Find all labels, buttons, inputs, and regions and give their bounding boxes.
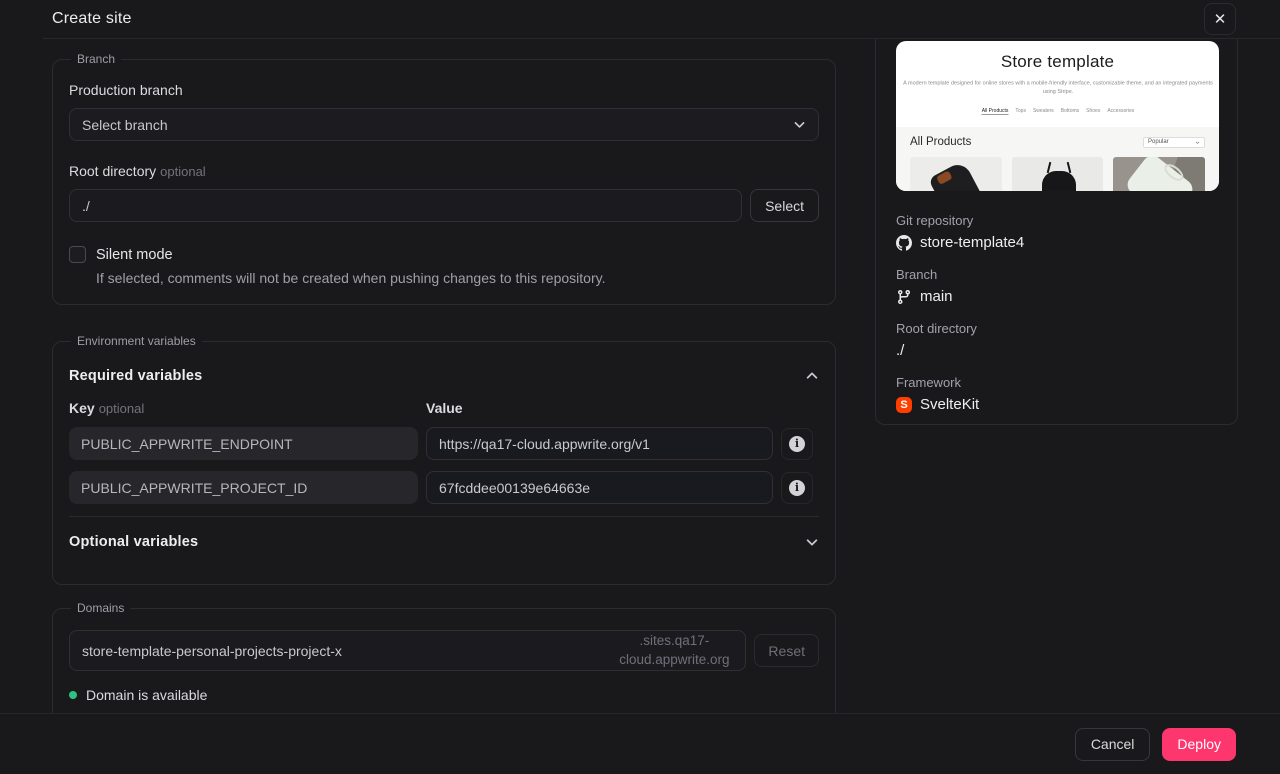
info-icon: i — [789, 435, 805, 452]
wizard-header: Create site ✕ — [0, 0, 1280, 38]
chevron-down-icon — [794, 122, 805, 128]
preview-title: Store template — [1000, 52, 1115, 71]
variable-value-input[interactable]: 67fcddee00139e64663e — [426, 471, 773, 504]
variable-key-input[interactable]: PUBLIC_APPWRITE_PROJECT_ID — [69, 471, 418, 504]
close-button[interactable]: ✕ — [1204, 3, 1236, 35]
required-variables-toggle[interactable]: Required variables — [69, 368, 819, 384]
product-image — [910, 157, 1002, 191]
silent-mode-label[interactable]: Silent mode — [96, 247, 173, 263]
close-icon: ✕ — [1213, 11, 1227, 28]
reset-domain-button[interactable]: Reset — [754, 634, 819, 667]
github-icon — [896, 234, 912, 251]
branch-detail: Branch main — [896, 267, 953, 305]
deploy-button[interactable]: Deploy — [1162, 727, 1236, 761]
create-site-wizard: Create site ✕ Branch Production branch S… — [0, 0, 1280, 774]
optional-variables-title: Optional variables — [69, 534, 199, 550]
cancel-button[interactable]: Cancel — [1074, 727, 1151, 761]
info-icon: i — [789, 479, 805, 496]
preview-sort-select: Popular — [1143, 136, 1205, 148]
environment-variables-section: Environment variables Required variables… — [52, 334, 836, 585]
preview-tab: Sweaters — [1032, 108, 1054, 114]
header-divider — [43, 38, 1280, 39]
success-dot-icon — [69, 691, 77, 699]
root-directory-input[interactable]: ./ — [69, 189, 743, 222]
key-column-header: Key — [69, 400, 95, 416]
preview-tab: Bottoms — [1060, 108, 1079, 114]
silent-mode-description: If selected, comments will not be create… — [96, 270, 606, 286]
variable-value-input[interactable]: https://qa17-cloud.appwrite.org/v1 — [426, 427, 773, 460]
variable-info-button[interactable]: i — [781, 427, 813, 460]
production-branch-label: Production branch — [69, 82, 183, 98]
domain-status-text: Domain is available — [86, 687, 208, 703]
page-title: Create site — [52, 10, 132, 27]
git-repository-detail: Git repository store-template4 — [896, 213, 1025, 251]
preview-section-heading: All Products — [910, 136, 972, 148]
silent-mode-checkbox[interactable] — [69, 246, 86, 263]
svelte-icon: S — [896, 396, 912, 413]
deployment-details: Git repository store-template4 Branch ma… — [896, 213, 1217, 413]
select-directory-button[interactable]: Select — [750, 189, 819, 222]
domain-status: Domain is available — [69, 687, 819, 703]
preview-tab: Tops — [1014, 108, 1026, 114]
variables-column-headers: Key optional Value — [69, 400, 819, 416]
preview-description: A modern template designed for online st… — [902, 80, 1213, 95]
variable-row: PUBLIC_APPWRITE_ENDPOINT https://qa17-cl… — [69, 427, 819, 460]
root-directory-value: ./ — [896, 342, 905, 359]
domain-suffix: .sites.qa17-cloud.appwrite.org — [619, 633, 730, 667]
wizard-content: Branch Production branch Select branch R… — [0, 0, 1280, 713]
preview-tab: Accessories — [1106, 108, 1134, 114]
env-section-legend: Environment variables — [77, 334, 196, 348]
product-image — [1011, 157, 1104, 191]
required-variables-title: Required variables — [69, 368, 203, 384]
value-column-header: Value — [426, 400, 463, 416]
template-preview: Store template A modern template designe… — [896, 41, 1219, 191]
domain-input[interactable]: store-template-personal-projects-project… — [69, 630, 747, 671]
variable-info-button[interactable]: i — [781, 471, 813, 504]
chevron-down-icon — [806, 539, 818, 546]
framework-detail: Framework S SvelteKit — [896, 375, 980, 413]
variable-key-input[interactable]: PUBLIC_APPWRITE_ENDPOINT — [69, 427, 418, 460]
chevron-down-icon — [1195, 141, 1200, 144]
preview-tab: Shoes — [1085, 108, 1100, 114]
git-repository-value: store-template4 — [920, 234, 1025, 251]
branch-value: main — [920, 288, 953, 305]
git-branch-icon — [896, 289, 912, 305]
branch-section-legend: Branch — [77, 52, 116, 66]
product-image — [1113, 157, 1206, 191]
preview-tab: All Products — [981, 108, 1008, 115]
summary-panel: Store template A modern template designe… — [875, 20, 1238, 425]
optional-tag: optional — [160, 164, 206, 179]
wizard-footer: Cancel Deploy — [0, 713, 1280, 774]
framework-value: SvelteKit — [920, 396, 980, 413]
variable-row: PUBLIC_APPWRITE_PROJECT_ID 67fcddee00139… — [69, 471, 819, 504]
optional-variables-toggle[interactable]: Optional variables — [69, 516, 819, 550]
preview-nav-tabs: All Products Tops Sweaters Bottoms Shoes… — [896, 108, 1219, 115]
branch-select[interactable]: Select branch — [69, 108, 819, 141]
root-directory-label: Root directory optional — [69, 163, 206, 179]
root-directory-detail: Root directory ./ — [896, 321, 977, 359]
domains-section-legend: Domains — [77, 601, 125, 615]
chevron-up-icon — [806, 372, 818, 379]
domains-section: Domains store-template-personal-projects… — [52, 601, 836, 713]
branch-select-value: Select branch — [82, 116, 168, 133]
preview-products-section: All Products Popular — [896, 127, 1219, 191]
key-optional-tag: optional — [98, 401, 145, 416]
branch-section: Branch Production branch Select branch R… — [52, 52, 836, 305]
